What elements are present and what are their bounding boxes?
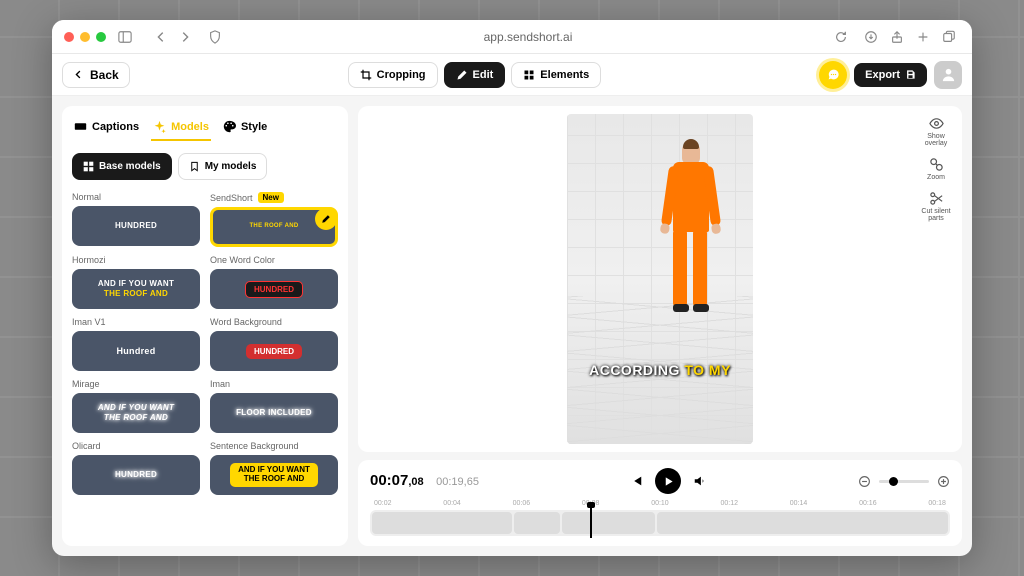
model-sendshort[interactable]: THE ROOF AND <box>210 207 338 247</box>
time-display: 00:07,08 00:19,65 <box>370 472 479 490</box>
user-avatar[interactable] <box>934 61 962 89</box>
model-wordbg[interactable]: HUNDRED <box>210 331 338 371</box>
video-preview: ACCORDING TO MY Show overlay Zoom Cut si… <box>358 106 962 452</box>
browser-window: app.sendshort.ai Back Cropping Edit <box>52 20 972 556</box>
zoom-icon <box>929 157 944 172</box>
reload-icon[interactable] <box>830 26 852 48</box>
my-models-button[interactable]: My models <box>178 153 268 180</box>
caption-overlay: ACCORDING TO MY <box>575 362 745 378</box>
user-icon <box>941 67 956 82</box>
model-imanv1[interactable]: Hundred <box>72 331 200 371</box>
model-label: Iman V1 <box>72 317 200 327</box>
export-button[interactable]: Export <box>854 63 927 87</box>
tab-edit[interactable]: Edit <box>444 62 506 88</box>
base-models-button[interactable]: Base models <box>72 153 172 180</box>
scissors-icon <box>929 191 944 206</box>
main-area: Captions Models Style Base models <box>52 96 972 556</box>
model-label: Mirage <box>72 379 200 389</box>
model-label: Olicard <box>72 441 200 451</box>
crop-icon <box>360 69 372 81</box>
playhead[interactable] <box>590 506 592 538</box>
side-tools: Show overlay Zoom Cut silent parts <box>918 116 954 222</box>
mode-tabs: Cropping Edit Elements <box>348 62 602 88</box>
model-label: SendShortNew <box>210 192 338 203</box>
timeline-track[interactable] <box>370 510 950 536</box>
model-label: Hormozi <box>72 255 200 265</box>
nav-back-icon[interactable] <box>150 26 172 48</box>
model-sentencebg[interactable]: AND IF YOU WANTTHE ROOF AND <box>210 455 338 495</box>
sidebar-tab-style[interactable]: Style <box>223 120 267 141</box>
model-label: Word Background <box>210 317 338 327</box>
model-hormozi[interactable]: AND IF YOU WANTTHE ROOF AND <box>72 269 200 309</box>
model-type-toggle: Base models My models <box>72 153 338 180</box>
timeline-clip[interactable] <box>562 512 655 534</box>
edit-model-button[interactable] <box>315 208 337 230</box>
sidebar: Captions Models Style Base models <box>62 106 348 546</box>
model-mirage[interactable]: AND IF YOU WANTTHE ROOF AND <box>72 393 200 433</box>
elements-icon <box>523 69 535 81</box>
sidebar-tab-models[interactable]: Models <box>153 120 209 141</box>
tab-elements[interactable]: Elements <box>511 62 601 88</box>
back-label: Back <box>90 68 119 82</box>
palette-icon <box>223 120 236 133</box>
timeline-clip[interactable] <box>514 512 561 534</box>
tab-cropping[interactable]: Cropping <box>348 62 438 88</box>
share-icon[interactable] <box>886 26 908 48</box>
play-button[interactable] <box>655 468 681 494</box>
preview-area: ACCORDING TO MY Show overlay Zoom Cut si… <box>358 106 962 546</box>
nav-forward-icon[interactable] <box>174 26 196 48</box>
model-label: Normal <box>72 192 200 202</box>
download-icon[interactable] <box>860 26 882 48</box>
model-normal[interactable]: HUNDRED <box>72 206 200 246</box>
close-window[interactable] <box>64 32 74 42</box>
sidebar-toggle-icon[interactable] <box>114 26 136 48</box>
sparkle-icon <box>153 120 166 133</box>
model-olicard[interactable]: HUNDRED <box>72 455 200 495</box>
video-frame[interactable]: ACCORDING TO MY <box>567 114 753 444</box>
sidebar-tabs: Captions Models Style <box>72 116 338 141</box>
minimize-window[interactable] <box>80 32 90 42</box>
captions-icon <box>74 120 87 133</box>
video-subject <box>663 142 719 322</box>
model-label: Sentence Background <box>210 441 338 451</box>
app-toolbar: Back Cropping Edit Elements Export <box>52 54 972 96</box>
maximize-window[interactable] <box>96 32 106 42</box>
new-tab-icon[interactable] <box>912 26 934 48</box>
volume-button[interactable] <box>693 474 707 488</box>
model-onewordcolor[interactable]: HUNDRED <box>210 269 338 309</box>
new-badge: New <box>258 192 284 203</box>
eye-icon <box>929 116 944 131</box>
shield-icon[interactable] <box>204 26 226 48</box>
show-overlay-button[interactable]: Show overlay <box>918 116 954 147</box>
zoom-in-icon[interactable] <box>937 475 950 488</box>
notification-button[interactable] <box>819 61 847 89</box>
timeline-ruler: 00:0200:0400:0600:0800:1000:1200:1400:16… <box>370 500 950 507</box>
timeline-panel: 00:07,08 00:19,65 00:0200:0 <box>358 460 962 546</box>
sidebar-tab-captions[interactable]: Captions <box>74 120 139 141</box>
model-iman[interactable]: FLOOR INCLUDED <box>210 393 338 433</box>
grid-icon <box>83 161 94 172</box>
zoom-out-icon[interactable] <box>858 475 871 488</box>
pencil-icon <box>456 69 468 81</box>
back-button[interactable]: Back <box>62 62 130 88</box>
prev-button[interactable] <box>629 474 643 488</box>
model-label: One Word Color <box>210 255 338 265</box>
url-bar[interactable]: app.sendshort.ai <box>234 30 822 44</box>
model-label: Iman <box>210 379 338 389</box>
models-grid: Normal HUNDRED SendShortNew THE ROOF AND… <box>72 192 338 495</box>
tabs-icon[interactable] <box>938 26 960 48</box>
chat-icon <box>827 68 840 81</box>
bookmark-icon <box>189 161 200 172</box>
save-icon <box>905 69 916 80</box>
timeline-clip[interactable] <box>372 512 512 534</box>
titlebar: app.sendshort.ai <box>52 20 972 54</box>
zoom-button[interactable]: Zoom <box>918 157 954 181</box>
zoom-slider[interactable] <box>879 480 929 483</box>
cut-silent-button[interactable]: Cut silent parts <box>918 191 954 222</box>
timeline-clip[interactable] <box>657 512 948 534</box>
traffic-lights <box>64 32 106 42</box>
